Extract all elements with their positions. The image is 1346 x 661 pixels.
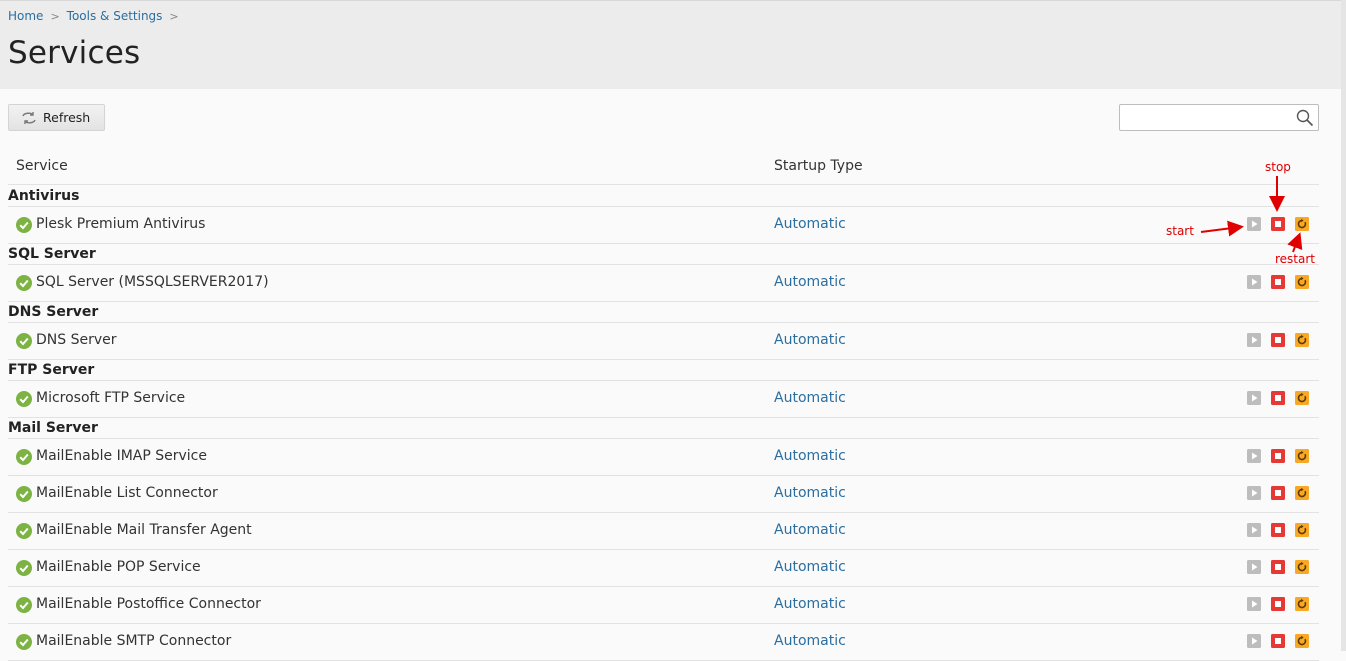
status-ok-icon bbox=[16, 560, 32, 580]
start-icon[interactable] bbox=[1247, 275, 1261, 289]
table-row: MailEnable Postoffice Connector Automatic bbox=[8, 587, 1319, 623]
startup-type-link[interactable]: Automatic bbox=[774, 448, 846, 464]
stop-icon[interactable] bbox=[1271, 275, 1285, 289]
breadcrumb-separator: > bbox=[169, 9, 179, 23]
startup-type-link[interactable]: Automatic bbox=[774, 332, 846, 348]
startup-type-link[interactable]: Automatic bbox=[774, 274, 846, 290]
row-divider bbox=[8, 301, 1319, 302]
restart-icon[interactable] bbox=[1295, 449, 1309, 463]
column-header-startup-type[interactable]: Startup Type bbox=[774, 158, 863, 174]
group-label: SQL Server bbox=[8, 246, 96, 262]
page-header: Home > Tools & Settings > Services bbox=[0, 0, 1341, 89]
refresh-icon bbox=[21, 111, 37, 125]
status-ok-icon bbox=[16, 634, 32, 654]
stop-icon[interactable] bbox=[1271, 333, 1285, 347]
start-icon[interactable] bbox=[1247, 486, 1261, 500]
annotation-stop: stop bbox=[1265, 160, 1291, 174]
column-header-service[interactable]: Service bbox=[16, 158, 68, 174]
table-row: MailEnable POP Service Automatic bbox=[8, 550, 1319, 586]
startup-type-link[interactable]: Automatic bbox=[774, 390, 846, 406]
startup-type-link[interactable]: Automatic bbox=[774, 596, 846, 612]
start-icon[interactable] bbox=[1247, 523, 1261, 537]
service-name: MailEnable Postoffice Connector bbox=[36, 596, 261, 612]
status-ok-icon bbox=[16, 449, 32, 469]
startup-type-link[interactable]: Automatic bbox=[774, 633, 846, 649]
restart-icon[interactable] bbox=[1295, 333, 1309, 347]
breadcrumb-separator: > bbox=[50, 9, 60, 23]
start-icon[interactable] bbox=[1247, 333, 1261, 347]
service-name: MailEnable POP Service bbox=[36, 559, 201, 575]
table-row: MailEnable SMTP Connector Automatic bbox=[8, 624, 1319, 660]
status-ok-icon bbox=[16, 486, 32, 506]
table-row: Plesk Premium Antivirus Automatic bbox=[8, 207, 1319, 243]
startup-type-link[interactable]: Automatic bbox=[774, 216, 846, 232]
start-icon[interactable] bbox=[1247, 597, 1261, 611]
restart-icon[interactable] bbox=[1295, 634, 1309, 648]
annotation-restart: restart bbox=[1275, 252, 1316, 266]
table-row: MailEnable Mail Transfer Agent Automatic bbox=[8, 513, 1319, 549]
table-row: MailEnable List Connector Automatic bbox=[8, 476, 1319, 512]
group-label: FTP Server bbox=[8, 362, 95, 378]
table-row: MailEnable IMAP Service Automatic bbox=[8, 439, 1319, 475]
stop-icon[interactable] bbox=[1271, 597, 1285, 611]
service-name: MailEnable IMAP Service bbox=[36, 448, 207, 464]
restart-icon[interactable] bbox=[1295, 275, 1309, 289]
breadcrumb-home[interactable]: Home bbox=[8, 9, 43, 23]
annotation-start: start bbox=[1166, 224, 1194, 238]
table-header-divider bbox=[8, 184, 1319, 185]
search-icon[interactable] bbox=[1296, 109, 1314, 131]
stop-icon[interactable] bbox=[1271, 560, 1285, 574]
start-icon[interactable] bbox=[1247, 560, 1261, 574]
status-ok-icon bbox=[16, 217, 32, 237]
startup-type-link[interactable]: Automatic bbox=[774, 522, 846, 538]
group-label: Antivirus bbox=[8, 188, 80, 204]
startup-type-link[interactable]: Automatic bbox=[774, 559, 846, 575]
status-ok-icon bbox=[16, 333, 32, 353]
stop-icon[interactable] bbox=[1271, 634, 1285, 648]
search-box bbox=[1119, 104, 1319, 131]
restart-icon[interactable] bbox=[1295, 217, 1309, 231]
restart-icon[interactable] bbox=[1295, 560, 1309, 574]
restart-icon[interactable] bbox=[1295, 597, 1309, 611]
table-row: SQL Server (MSSQLSERVER2017) Automatic bbox=[8, 265, 1319, 301]
row-divider bbox=[8, 359, 1319, 360]
row-divider bbox=[8, 417, 1319, 418]
row-divider bbox=[8, 243, 1319, 244]
service-name: Microsoft FTP Service bbox=[36, 390, 186, 406]
start-icon[interactable] bbox=[1247, 634, 1261, 648]
status-ok-icon bbox=[16, 597, 32, 617]
breadcrumb: Home > Tools & Settings > bbox=[8, 9, 186, 23]
refresh-button[interactable]: Refresh bbox=[8, 104, 105, 131]
service-name: MailEnable Mail Transfer Agent bbox=[36, 522, 252, 538]
restart-icon[interactable] bbox=[1295, 391, 1309, 405]
startup-type-link[interactable]: Automatic bbox=[774, 485, 846, 501]
start-icon[interactable] bbox=[1247, 391, 1261, 405]
stop-icon[interactable] bbox=[1271, 217, 1285, 231]
stop-icon[interactable] bbox=[1271, 486, 1285, 500]
search-input[interactable] bbox=[1124, 105, 1296, 131]
status-ok-icon bbox=[16, 275, 32, 295]
service-name: SQL Server (MSSQLSERVER2017) bbox=[36, 274, 269, 290]
table-row: Microsoft FTP Service Automatic bbox=[8, 381, 1319, 417]
stop-icon[interactable] bbox=[1271, 523, 1285, 537]
page-title: Services bbox=[8, 35, 141, 71]
window-edge bbox=[1341, 0, 1346, 651]
group-label: DNS Server bbox=[8, 304, 99, 320]
status-ok-icon bbox=[16, 391, 32, 411]
start-icon[interactable] bbox=[1247, 449, 1261, 463]
table-row: DNS Server Automatic bbox=[8, 323, 1319, 359]
service-name: MailEnable List Connector bbox=[36, 485, 218, 501]
group-label: Mail Server bbox=[8, 420, 98, 436]
restart-icon[interactable] bbox=[1295, 523, 1309, 537]
service-name: MailEnable SMTP Connector bbox=[36, 633, 232, 649]
breadcrumb-tools-settings[interactable]: Tools & Settings bbox=[67, 9, 163, 23]
restart-icon[interactable] bbox=[1295, 486, 1309, 500]
service-name: DNS Server bbox=[36, 332, 117, 348]
start-icon[interactable] bbox=[1247, 217, 1261, 231]
stop-icon[interactable] bbox=[1271, 391, 1285, 405]
refresh-label: Refresh bbox=[43, 110, 91, 125]
status-ok-icon bbox=[16, 523, 32, 543]
stop-icon[interactable] bbox=[1271, 449, 1285, 463]
service-name: Plesk Premium Antivirus bbox=[36, 216, 206, 232]
